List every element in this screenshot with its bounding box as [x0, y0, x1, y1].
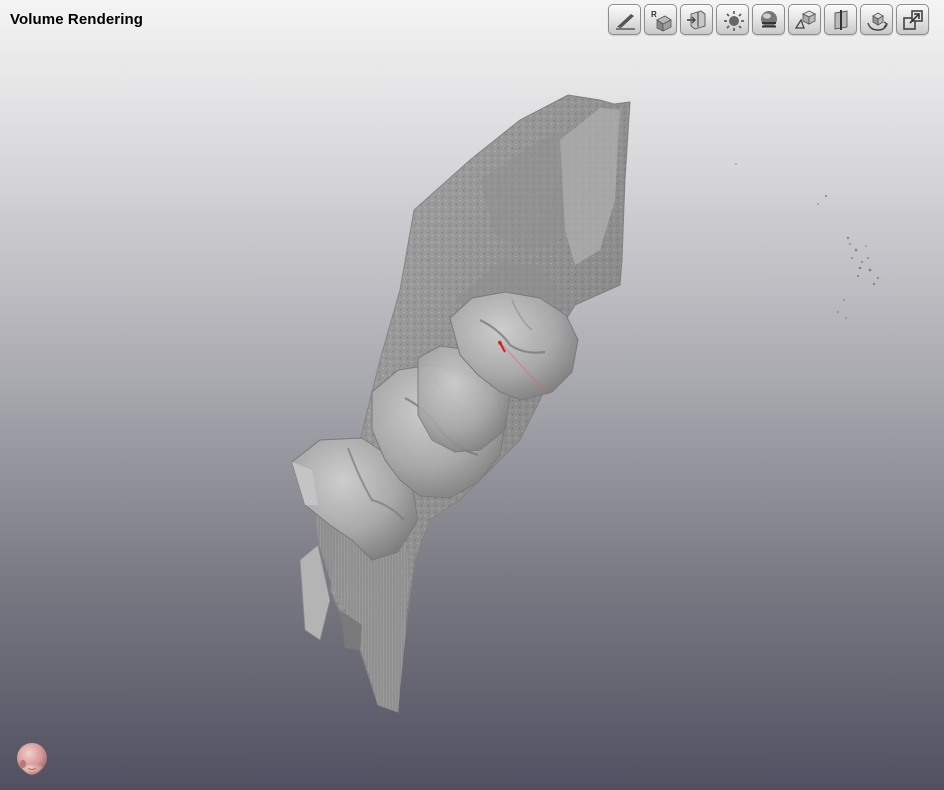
scalpel-icon [615, 13, 635, 30]
slice-plane-button[interactable] [824, 4, 857, 35]
maximize-view-button[interactable] [896, 4, 929, 35]
reset-orientation-button[interactable]: R [644, 4, 677, 35]
light-icon [723, 10, 744, 31]
volume-rendering-viewport[interactable]: Volume Rendering R [0, 0, 944, 790]
render-mode-button[interactable] [752, 4, 785, 35]
view-3d-button[interactable] [788, 4, 821, 35]
rotate-view-button[interactable] [860, 4, 893, 35]
rotate-cube-icon [866, 11, 888, 31]
viewport-toolbar: R [608, 4, 929, 35]
clipping-plane-button[interactable] [680, 4, 713, 35]
volume-scene[interactable] [0, 0, 944, 790]
cube-view-icon [794, 9, 816, 29]
scalpel-tool-button[interactable] [608, 4, 641, 35]
clipping-box-icon [686, 10, 705, 29]
head-orientation-icon[interactable] [12, 740, 52, 780]
axis-cube-icon: R [651, 10, 672, 32]
noise-particles [735, 163, 879, 319]
sphere-shading-icon [760, 10, 777, 27]
lighting-button[interactable] [716, 4, 749, 35]
reset-orientation-label: R [651, 10, 657, 19]
maximize-icon [902, 9, 923, 30]
plane-icon [834, 9, 847, 30]
